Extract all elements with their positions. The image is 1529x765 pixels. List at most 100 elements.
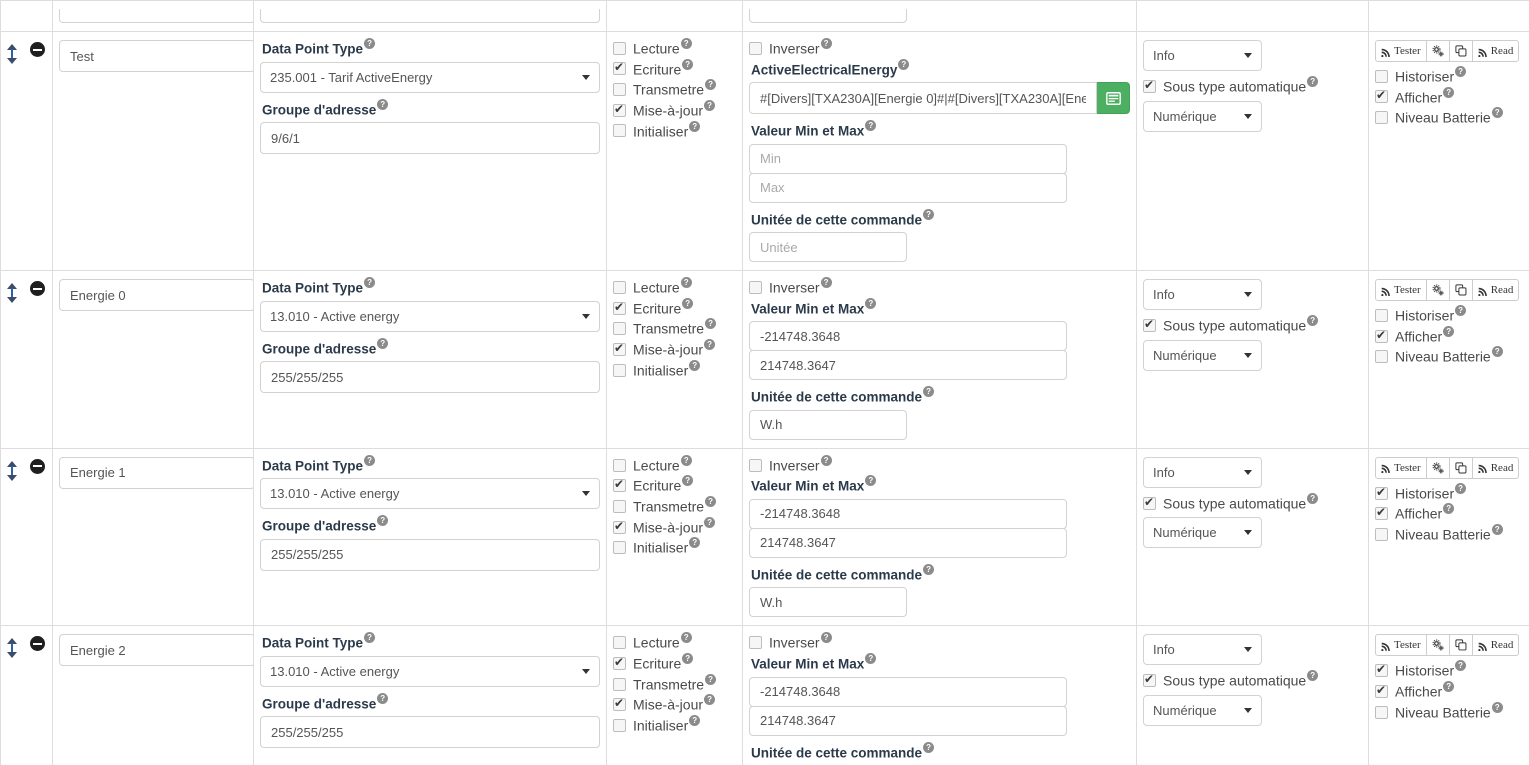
historiser-row[interactable]: Historiser? (1375, 66, 1523, 85)
data-point-type-select[interactable]: 13.010 - Active energy (260, 655, 600, 687)
ecriture-checkbox[interactable] (613, 655, 626, 670)
help-icon[interactable]: ? (1443, 325, 1455, 337)
niveau-batterie-row[interactable]: Niveau Batterie? (1375, 701, 1523, 721)
inverser-row[interactable]: Inverser? (749, 632, 1130, 651)
data-point-type-select-wrap[interactable]: 235.001 - Tarif ActiveEnergy (260, 61, 600, 93)
help-icon[interactable]: ? (820, 632, 832, 644)
help-icon[interactable]: ? (898, 58, 910, 70)
clone-button[interactable] (1448, 279, 1473, 302)
inverser-row[interactable]: Inverser? (749, 277, 1130, 296)
data-point-type-select-wrap[interactable]: 13.010 - Active energy (260, 655, 600, 687)
command-name-input[interactable] (59, 456, 255, 489)
niveau-batterie-checkbox[interactable] (1375, 111, 1388, 125)
lecture-checkbox[interactable] (613, 41, 626, 55)
historiser-checkbox[interactable] (1375, 485, 1388, 500)
historiser-checkbox[interactable] (1375, 69, 1388, 83)
command-subtype-select[interactable]: Numérique (1143, 339, 1262, 371)
help-icon[interactable]: ? (682, 297, 694, 309)
transmetre-row[interactable]: Transmetre? (613, 496, 736, 515)
ecriture-checkbox[interactable] (613, 60, 626, 76)
help-icon[interactable]: ? (377, 692, 389, 704)
lecture-row[interactable]: Lecture? (613, 454, 736, 474)
transmetre-checkbox[interactable] (613, 677, 626, 691)
transmetre-row[interactable]: Transmetre? (613, 318, 736, 337)
groupe-adresse-input[interactable] (260, 122, 600, 154)
min-value-input[interactable] (749, 321, 1067, 352)
initialiser-row[interactable]: Initialiser? (613, 120, 736, 140)
read-button[interactable]: Read (1471, 456, 1520, 479)
configure-button[interactable] (1425, 40, 1450, 62)
transmetre-row[interactable]: Transmetre? (613, 79, 736, 98)
sous-type-auto-row[interactable]: Sous type automatique? (1143, 492, 1362, 512)
help-icon[interactable]: ? (1443, 681, 1455, 693)
max-value-input[interactable] (749, 705, 1067, 736)
help-icon[interactable]: ? (704, 339, 716, 351)
help-icon[interactable]: ? (923, 741, 935, 753)
min-value-input[interactable] (749, 676, 1067, 707)
ecriture-row[interactable]: Ecriture? (613, 58, 736, 78)
command-subtype-select[interactable]: Numérique (1143, 100, 1262, 132)
drag-handle-icon[interactable] (7, 638, 17, 659)
niveau-batterie-checkbox[interactable] (1375, 350, 1388, 364)
initialiser-row[interactable]: Initialiser? (613, 359, 736, 379)
command-name-input[interactable] (59, 279, 255, 312)
afficher-checkbox[interactable] (1375, 505, 1388, 521)
help-icon[interactable]: ? (923, 208, 935, 220)
help-icon[interactable]: ? (705, 79, 717, 91)
command-type-select-wrap[interactable]: Info (1143, 279, 1262, 311)
help-icon[interactable]: ? (377, 98, 389, 110)
max-value-input[interactable] (749, 172, 1067, 203)
remove-command-button[interactable] (30, 42, 45, 57)
lecture-row[interactable]: Lecture? (613, 38, 736, 57)
help-icon[interactable]: ? (1307, 670, 1319, 682)
mise-a-jour-checkbox[interactable] (613, 102, 626, 117)
mise-a-jour-row[interactable]: Mise-à-jour? (613, 99, 736, 119)
clone-button[interactable] (1448, 634, 1473, 657)
mise-a-jour-checkbox[interactable] (613, 696, 626, 712)
ecriture-row[interactable]: Ecriture? (613, 653, 736, 672)
data-point-type-select[interactable]: 13.010 - Active energy (260, 300, 600, 332)
help-icon[interactable]: ? (1491, 524, 1503, 536)
help-icon[interactable]: ? (1455, 305, 1467, 317)
lecture-row[interactable]: Lecture? (613, 277, 736, 296)
afficher-row[interactable]: Afficher? (1375, 503, 1523, 522)
max-value-input[interactable] (749, 527, 1067, 558)
afficher-checkbox[interactable] (1375, 88, 1388, 104)
help-icon[interactable]: ? (923, 563, 935, 575)
drag-handle-icon[interactable] (7, 283, 17, 304)
inverser-checkbox[interactable] (749, 636, 762, 650)
sous-type-auto-row[interactable]: Sous type automatique? (1143, 670, 1362, 689)
max-value-input[interactable] (749, 350, 1067, 381)
help-icon[interactable]: ? (377, 337, 389, 349)
help-icon[interactable]: ? (680, 454, 692, 466)
inverser-checkbox[interactable] (749, 280, 762, 294)
data-point-type-select-wrap[interactable]: 13.010 - Active energy (260, 300, 600, 332)
command-subtype-select-wrap[interactable]: Numérique (1143, 100, 1262, 132)
tester-button[interactable]: Tester (1375, 279, 1427, 302)
inverser-checkbox[interactable] (749, 458, 762, 472)
initialiser-row[interactable]: Initialiser? (613, 537, 736, 556)
help-icon[interactable]: ? (689, 537, 701, 549)
historiser-checkbox[interactable] (1375, 308, 1388, 322)
remove-command-button[interactable] (30, 281, 45, 297)
help-icon[interactable]: ? (682, 475, 694, 487)
command-subtype-select[interactable]: Numérique (1143, 517, 1262, 549)
command-type-select[interactable]: Info (1143, 456, 1262, 488)
unite-input[interactable] (749, 587, 907, 618)
help-icon[interactable]: ? (865, 653, 877, 665)
help-icon[interactable]: ? (1491, 346, 1503, 358)
help-icon[interactable]: ? (689, 715, 701, 727)
historiser-row[interactable]: Historiser? (1375, 305, 1523, 324)
help-icon[interactable]: ? (705, 673, 717, 685)
remove-command-button[interactable] (30, 458, 45, 474)
tester-button[interactable]: Tester (1375, 40, 1427, 62)
niveau-batterie-row[interactable]: Niveau Batterie? (1375, 346, 1523, 365)
transmetre-checkbox[interactable] (613, 499, 626, 513)
afficher-checkbox[interactable] (1375, 683, 1388, 698)
help-icon[interactable]: ? (1307, 492, 1319, 504)
help-icon[interactable]: ? (704, 516, 716, 528)
historiser-checkbox[interactable] (1375, 662, 1388, 678)
historiser-row[interactable]: Historiser? (1375, 482, 1523, 502)
remove-command-button[interactable] (30, 636, 45, 652)
help-icon[interactable]: ? (704, 694, 716, 706)
